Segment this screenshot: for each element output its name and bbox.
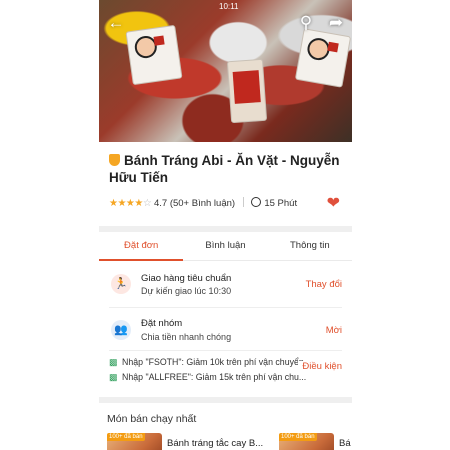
group-order-title: Đặt nhóm bbox=[141, 318, 183, 329]
delivery-person-icon: 🏃 bbox=[111, 274, 131, 294]
store-cover-image: 10:11 ← ⚲ ➦ bbox=[99, 0, 352, 142]
voucher-icon: ▩ bbox=[109, 357, 118, 367]
bag-red-label bbox=[327, 41, 339, 53]
invite-button[interactable]: Mời bbox=[326, 325, 342, 336]
share-icon[interactable]: ➦ bbox=[325, 12, 347, 34]
heart-icon[interactable]: ❤ bbox=[327, 195, 340, 213]
best-sellers-title: Món bán chạy nhất bbox=[107, 413, 197, 425]
promo-text: Nhập "FSOTH": Giảm 10k trên phí vận chuy… bbox=[122, 357, 304, 367]
tab-reviews[interactable]: Bình luận bbox=[183, 232, 267, 260]
shield-icon bbox=[109, 154, 120, 166]
snack-bag-left bbox=[125, 24, 183, 86]
store-content: Bánh Tráng Abi - Ăn Vặt - Nguyễn Hữu Tiế… bbox=[99, 142, 352, 450]
clock-icon bbox=[251, 197, 262, 207]
change-delivery-button[interactable]: Thay đổi bbox=[306, 279, 342, 290]
delivery-eta: Dự kiến giao lúc 10:30 bbox=[141, 286, 232, 296]
store-header: Bánh Tráng Abi - Ăn Vặt - Nguyễn Hữu Tiế… bbox=[99, 142, 352, 186]
review-count: (50+ Bình luận) bbox=[169, 198, 236, 209]
snack-bag-center bbox=[226, 58, 268, 124]
delivery-title: Giao hàng tiêu chuẩn bbox=[141, 273, 232, 284]
product-name[interactable]: Bánh tráng tắc cay B... bbox=[167, 438, 273, 449]
rating-stars: ★★★★☆ bbox=[109, 198, 152, 209]
sold-badge: 100+ đã bán bbox=[279, 433, 317, 441]
store-title-wrap: Bánh Tráng Abi - Ăn Vặt - Nguyễn Hữu Tiế… bbox=[109, 152, 344, 186]
product-image[interactable]: 100+ đã bán bbox=[107, 433, 162, 450]
sold-badge: 100+ đã bán bbox=[107, 433, 145, 441]
snack-bag-right bbox=[294, 28, 352, 88]
rating-row[interactable]: ★★★★☆ 4.7 (50+ Bình luận) 15 Phút ❤ bbox=[99, 194, 352, 214]
status-time: 10:11 bbox=[219, 2, 239, 11]
divider bbox=[242, 197, 244, 207]
group-order-subtitle: Chia tiền nhanh chóng bbox=[141, 332, 232, 342]
best-sellers-carousel: 100+ đã bán Bánh tráng tắc cay B... 100+… bbox=[99, 433, 352, 450]
tab-info[interactable]: Thông tin bbox=[268, 232, 352, 260]
back-arrow-icon[interactable]: ← bbox=[105, 12, 127, 34]
search-icon[interactable]: ⚲ bbox=[295, 12, 317, 34]
rating-value: 4.7 bbox=[153, 198, 168, 209]
group-icon: 👥 bbox=[111, 320, 131, 340]
delivery-option-row[interactable]: 🏃 Giao hàng tiêu chuẩn Dự kiến giao lúc … bbox=[109, 261, 342, 308]
voucher-icon: ▩ bbox=[109, 372, 118, 382]
group-order-row[interactable]: 👥 Đặt nhóm Chia tiền nhanh chóng Mời bbox=[109, 308, 342, 351]
product-name[interactable]: Bá bbox=[339, 438, 352, 449]
tab-order[interactable]: Đặt đơn bbox=[99, 232, 184, 261]
bag-red-label bbox=[232, 70, 261, 104]
bag-red-label bbox=[153, 35, 165, 46]
promo-text: Nhập "ALLFREE": Giảm 15k trên phí vận ch… bbox=[122, 372, 307, 382]
product-image[interactable]: 100+ đã bán bbox=[279, 433, 334, 450]
store-title: Bánh Tráng Abi - Ăn Vặt - Nguyễn Hữu Tiế… bbox=[109, 153, 340, 185]
delivery-time: 15 Phút bbox=[264, 198, 298, 209]
phone-screen: 10:11 ← ⚲ ➦ Bánh Tráng Abi - Ăn Vặt - Ng… bbox=[99, 0, 352, 450]
store-tabs: Đặt đơn Bình luận Thông tin bbox=[99, 232, 352, 261]
promo-list[interactable]: ▩ Nhập "FSOTH": Giảm 10k trên phí vận chu… bbox=[109, 351, 342, 391]
promo-item: ▩ Nhập "ALLFREE": Giảm 15k trên phí vận c… bbox=[109, 370, 342, 385]
conditions-button[interactable]: Điều kiện bbox=[298, 361, 342, 372]
star-empty-icon: ☆ bbox=[142, 198, 152, 209]
